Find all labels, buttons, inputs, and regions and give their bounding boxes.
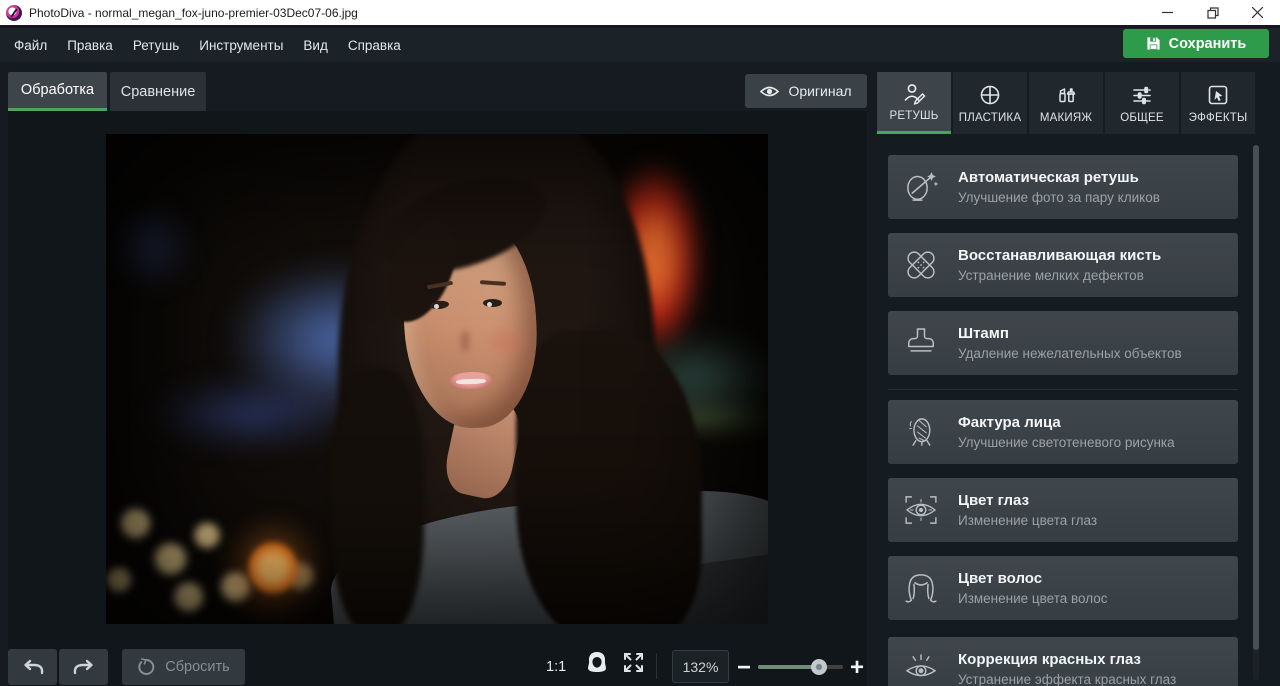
tool-subtitle: Улучшение фото за пару кликов — [958, 190, 1160, 205]
photodiva-logo-icon — [6, 5, 22, 21]
title-bar: PhotoDiva - normal_megan_fox-juno-premie… — [0, 0, 1280, 25]
zoom-in-button[interactable]: + — [850, 659, 864, 677]
photo-canvas[interactable] — [106, 134, 768, 624]
save-button-label: Сохранить — [1169, 36, 1247, 52]
tab-comparison[interactable]: Сравнение — [110, 72, 206, 111]
window-title: PhotoDiva - normal_megan_fox-juno-premie… — [29, 6, 358, 20]
zoom-slider[interactable] — [758, 665, 843, 669]
tool-subtitle: Улучшение светотеневого рисунка — [958, 435, 1175, 450]
tool-red-eye-correction[interactable]: Коррекция красных глаз Устранение эффект… — [888, 637, 1238, 686]
tool-subtitle: Изменение цвета волос — [958, 591, 1108, 606]
panel-tab-effects-label: ЭФФЕКТЫ — [1189, 112, 1248, 124]
tool-hair-color[interactable]: Цвет волос Изменение цвета волос — [888, 556, 1238, 620]
image-viewer[interactable]: Сбросить 1:1 132% − + — [8, 111, 867, 686]
zoom-ratio-label[interactable]: 1:1 — [546, 659, 566, 675]
tool-subtitle: Изменение цвета глаз — [958, 513, 1097, 528]
menu-edit[interactable]: Правка — [67, 38, 113, 53]
tool-title: Штамп — [958, 325, 1182, 342]
fit-to-screen-button[interactable] — [623, 652, 644, 678]
effects-icon — [1206, 83, 1230, 107]
tab-processing-label: Обработка — [21, 82, 94, 98]
bottom-bar-divider — [656, 653, 657, 679]
zoom-slider-thumb[interactable] — [811, 659, 827, 675]
tool-title: Автоматическая ретушь — [958, 169, 1160, 186]
portrait-icon — [586, 651, 608, 673]
right-panel: РЕТУШЬ ПЛАСТИКА МАКИЯЖ ОБЩЕЕ ЭФФЕКТЫ — [875, 62, 1280, 686]
red-eye-icon — [900, 648, 942, 686]
panel-tab-retouch-label: РЕТУШЬ — [890, 110, 939, 122]
tool-subtitle: Устранение эффекта красных глаз — [958, 672, 1176, 686]
tool-stamp[interactable]: Штамп Удаление нежелательных объектов — [888, 311, 1238, 375]
reset-button[interactable]: Сбросить — [122, 649, 245, 685]
panel-tab-makeup[interactable]: МАКИЯЖ — [1029, 72, 1103, 134]
reset-icon — [137, 658, 155, 676]
tool-subtitle: Устранение мелких дефектов — [958, 268, 1161, 283]
tool-subtitle: Удаление нежелательных объектов — [958, 346, 1182, 361]
undo-button[interactable] — [8, 649, 57, 685]
panel-scrollbar-thumb[interactable] — [1253, 145, 1259, 650]
photo-vignette — [106, 134, 768, 624]
menu-view[interactable]: Вид — [303, 38, 327, 53]
close-button[interactable] — [1235, 0, 1280, 25]
save-button[interactable]: Сохранить — [1123, 29, 1269, 58]
panel-tab-retouch[interactable]: РЕТУШЬ — [877, 72, 951, 134]
redo-icon — [71, 658, 97, 676]
panel-tab-makeup-label: МАКИЯЖ — [1040, 112, 1092, 124]
reset-button-label: Сбросить — [165, 659, 229, 675]
tool-title: Фактура лица — [958, 414, 1175, 431]
tool-title: Цвет глаз — [958, 492, 1097, 509]
menu-file[interactable]: Файл — [14, 38, 47, 53]
window-controls — [1145, 0, 1280, 25]
tool-eye-color[interactable]: Цвет глаз Изменение цвета глаз — [888, 478, 1238, 542]
redo-button[interactable] — [59, 649, 108, 685]
original-button-label: Оригинал — [788, 83, 851, 99]
zoom-slider-fill — [758, 665, 819, 669]
eye-icon — [760, 85, 779, 98]
restore-button[interactable] — [1190, 0, 1235, 25]
tool-list-divider — [888, 389, 1238, 390]
tab-processing[interactable]: Обработка — [8, 72, 107, 111]
undo-icon — [20, 658, 46, 676]
minimize-button[interactable] — [1145, 0, 1190, 25]
menu-help[interactable]: Справка — [348, 38, 401, 53]
panel-tab-general[interactable]: ОБЩЕЕ — [1105, 72, 1179, 134]
zoom-out-button[interactable]: − — [737, 659, 751, 677]
general-settings-icon — [1130, 83, 1154, 107]
tool-face-texture[interactable]: Фактура лица Улучшение светотеневого рис… — [888, 400, 1238, 464]
fit-to-face-button[interactable] — [586, 651, 608, 678]
tool-healing-brush[interactable]: Восстанавливающая кисть Устранение мелки… — [888, 233, 1238, 297]
zoom-value-field[interactable]: 132% — [672, 650, 729, 683]
tool-auto-retouch[interactable]: Автоматическая ретушь Улучшение фото за … — [888, 155, 1238, 219]
retouch-icon — [902, 81, 926, 105]
menu-retouch[interactable]: Ретушь — [133, 38, 179, 53]
makeup-icon — [1054, 83, 1078, 107]
panel-tab-effects[interactable]: ЭФФЕКТЫ — [1181, 72, 1255, 134]
panel-tab-general-label: ОБЩЕЕ — [1120, 112, 1164, 124]
face-texture-icon — [900, 411, 942, 453]
menu-bar: Файл Правка Ретушь Инструменты Вид Справ… — [0, 28, 1280, 62]
tool-title: Цвет волос — [958, 570, 1108, 587]
expand-icon — [623, 652, 644, 673]
tool-title: Восстанавливающая кисть — [958, 247, 1161, 264]
panel-tab-plastic[interactable]: ПЛАСТИКА — [953, 72, 1027, 134]
hair-color-icon — [900, 567, 942, 609]
tool-title: Коррекция красных глаз — [958, 651, 1176, 668]
eye-color-icon — [900, 489, 942, 531]
auto-retouch-icon — [900, 166, 942, 208]
tab-comparison-label: Сравнение — [121, 84, 196, 100]
panel-tab-plastic-label: ПЛАСТИКА — [959, 112, 1021, 124]
healing-brush-icon — [900, 244, 942, 286]
floppy-disk-icon — [1146, 36, 1161, 51]
menu-tools[interactable]: Инструменты — [199, 38, 283, 53]
stamp-icon — [900, 322, 942, 364]
original-button[interactable]: Оригинал — [745, 74, 867, 108]
plastic-icon — [978, 83, 1002, 107]
